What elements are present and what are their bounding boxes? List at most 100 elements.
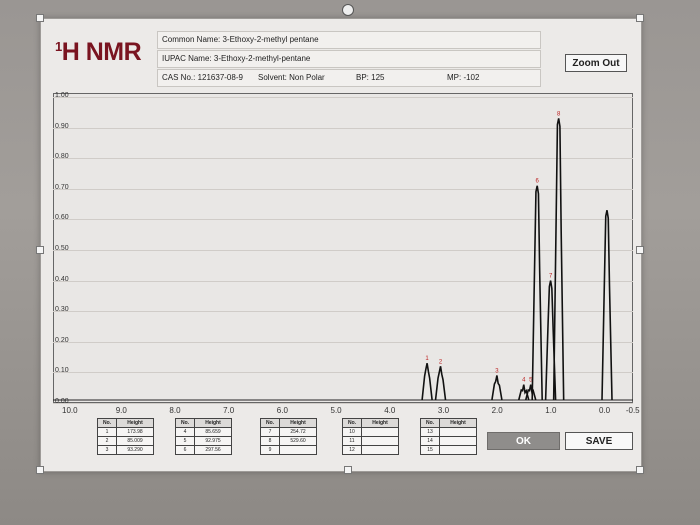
- table-row: 12: [342, 445, 399, 455]
- table-cell: [439, 445, 477, 455]
- table-cell: 12: [342, 445, 362, 455]
- x-tick-label: 10.0: [62, 406, 78, 415]
- table-header: No.: [175, 418, 195, 428]
- solvent: Solvent: Non Polar: [258, 73, 325, 82]
- table-cell: 3: [97, 445, 117, 455]
- x-tick-label: 3.0: [437, 406, 450, 415]
- peak-label: 8: [557, 111, 561, 117]
- table-row: 5 92.975: [175, 436, 232, 446]
- table-cell: 2: [97, 436, 117, 446]
- resize-handle-bottom-right[interactable]: [636, 466, 644, 474]
- table-header: No.: [342, 418, 362, 428]
- table-cell: 92.975: [194, 436, 232, 446]
- gridline: [53, 403, 633, 404]
- table-cell: 1: [97, 427, 117, 437]
- x-tick-label: 0.0: [599, 406, 611, 415]
- peak-table: No. Height 7 254.72 8 529.60 9: [260, 418, 317, 455]
- spectrum-peak: [552, 118, 565, 401]
- table-cell: 8: [260, 436, 280, 446]
- table-row: 1 173.98: [97, 427, 154, 437]
- table-cell: 5: [175, 436, 195, 446]
- table-row: 13: [420, 427, 477, 437]
- table-cell: 14: [420, 436, 440, 446]
- table-row: 11: [342, 436, 399, 446]
- resize-handle-top-right[interactable]: [636, 14, 644, 22]
- peak-label: 2: [439, 359, 443, 365]
- spectrum-peak: [524, 384, 537, 401]
- table-row: 15: [420, 445, 477, 455]
- table-row: 14: [420, 436, 477, 446]
- table-cell: 9: [260, 445, 280, 455]
- x-tick-label: 4.0: [384, 406, 396, 415]
- table-header: Height: [194, 418, 232, 428]
- table-cell: 529.60: [279, 436, 317, 446]
- table-cell: 15: [420, 445, 440, 455]
- table-row: 4 85.659: [175, 427, 232, 437]
- cas-number: CAS No.: 121637-08-9: [162, 73, 243, 82]
- spectrum-peak: [491, 375, 503, 401]
- table-cell: [361, 445, 399, 455]
- table-row: 9: [260, 445, 317, 455]
- table-cell: 4: [175, 427, 195, 437]
- table-cell: 10: [342, 427, 362, 437]
- table-cell: 85.659: [194, 427, 232, 437]
- x-tick-label: 9.0: [115, 406, 127, 415]
- peak-table: No. Height 10 11 12: [342, 418, 399, 455]
- table-cell: 254.72: [279, 427, 317, 437]
- table-header: No.: [420, 418, 440, 428]
- table-cell: 13: [420, 427, 440, 437]
- peak-table: No. Height 13 14 15: [420, 418, 477, 455]
- table-cell: 93.290: [116, 445, 154, 455]
- resize-handle-right[interactable]: [636, 246, 644, 254]
- spectrum-peak: [601, 210, 613, 401]
- resize-handle-left[interactable]: [36, 246, 44, 254]
- x-tick-label: 5.0: [330, 406, 342, 415]
- peak-table: No. Height 1 173.98 2 85.009 3 93.290: [97, 418, 154, 455]
- melting-point: MP: -102: [447, 73, 480, 82]
- peak-table: No. Height 4 85.659 5 92.975 6 297.56: [175, 418, 232, 455]
- table-cell: 297.56: [194, 445, 232, 455]
- table-cell: [279, 445, 317, 455]
- page-title: 1H NMR: [55, 38, 142, 66]
- resize-handle-bottom-left[interactable]: [36, 466, 44, 474]
- peak-label: 1: [425, 356, 429, 362]
- x-tick-label: 2.0: [491, 406, 503, 415]
- boiling-point: BP: 125: [356, 73, 385, 82]
- table-row: 7 254.72: [260, 427, 317, 437]
- table-header: Height: [439, 418, 477, 428]
- table-cell: [361, 436, 399, 446]
- x-tick-label: 7.0: [223, 406, 235, 415]
- spectrum-peak: [531, 185, 543, 401]
- resize-handle-top-left[interactable]: [36, 14, 44, 22]
- peak-label: 6: [536, 179, 540, 185]
- ok-button[interactable]: OK: [487, 432, 560, 450]
- x-tick-label: 6.0: [276, 406, 288, 415]
- peak-label: 4: [522, 378, 526, 384]
- table-row: 6 297.56: [175, 445, 232, 455]
- table-row: 3 93.290: [97, 445, 154, 455]
- table-header: No.: [260, 418, 280, 428]
- rotate-handle-icon[interactable]: [342, 4, 354, 16]
- table-header: Height: [361, 418, 399, 428]
- resize-handle-bottom[interactable]: [344, 466, 352, 474]
- x-tick-label: -0.5: [625, 406, 640, 415]
- spectrum-peak: [421, 363, 433, 401]
- table-cell: [361, 427, 399, 437]
- spectrum-peak: [434, 366, 447, 401]
- table-cell: 7: [260, 427, 280, 437]
- iupac-name: IUPAC Name: 3-Ethoxy-2-methyl-pentane: [162, 54, 311, 63]
- table-header: No.: [97, 418, 117, 428]
- x-tick-label: 8.0: [169, 406, 181, 415]
- table-header: Height: [279, 418, 317, 428]
- x-tick-label: 1.0: [545, 406, 557, 415]
- save-button[interactable]: SAVE: [565, 432, 633, 450]
- common-name: Common Name: 3-Ethoxy-2-methyl pentane: [162, 35, 319, 44]
- table-row: 2 85.009: [97, 436, 154, 446]
- peak-label: 3: [495, 368, 499, 374]
- table-cell: [439, 436, 477, 446]
- nmr-spectrum-chart: 1234 5678: [53, 111, 633, 401]
- table-row: 10: [342, 427, 399, 437]
- zoom-out-button[interactable]: Zoom Out: [565, 54, 627, 72]
- table-cell: 85.009: [116, 436, 154, 446]
- peak-label: 7: [549, 274, 553, 280]
